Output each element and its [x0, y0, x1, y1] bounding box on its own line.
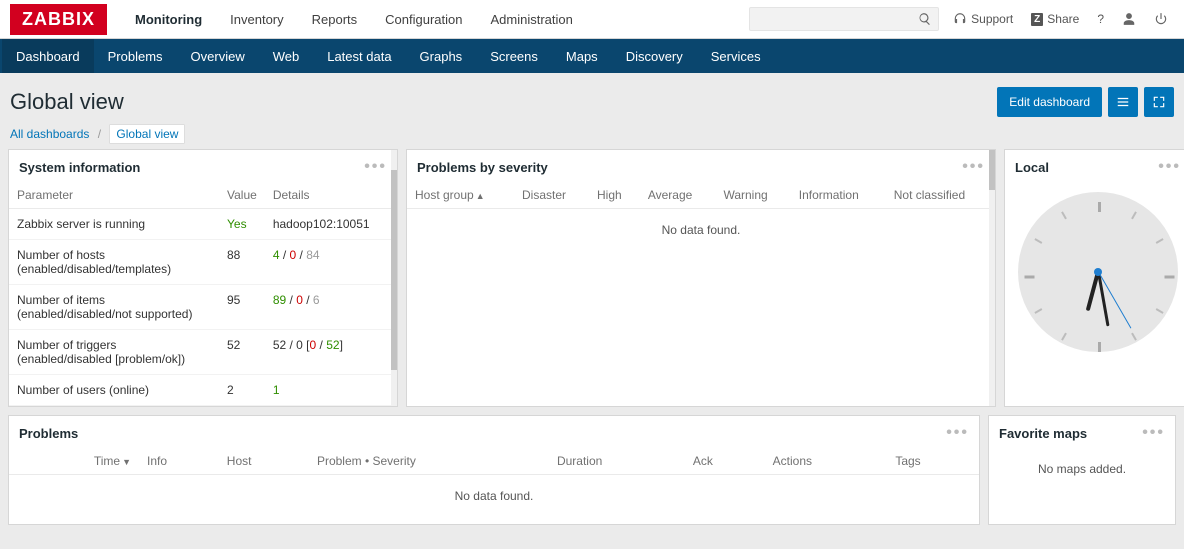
col-value: Value — [219, 182, 265, 209]
z-badge-icon: Z — [1031, 13, 1043, 26]
widget-title: Favorite maps — [999, 426, 1087, 441]
col-tags[interactable]: Tags — [887, 448, 979, 475]
edit-dashboard-button[interactable]: Edit dashboard — [997, 87, 1102, 117]
list-icon — [1116, 95, 1130, 109]
logout-link[interactable] — [1148, 8, 1174, 30]
breadcrumb-current[interactable]: Global view — [109, 124, 185, 144]
top-bar: ZABBIX MonitoringInventoryReportsConfigu… — [0, 0, 1184, 39]
col-not-classified[interactable]: Not classified — [886, 182, 995, 209]
subnav-maps[interactable]: Maps — [552, 39, 612, 73]
breadcrumb-root[interactable]: All dashboards — [10, 127, 89, 141]
help-link[interactable]: ? — [1091, 8, 1110, 30]
col-ack[interactable]: Ack — [685, 448, 765, 475]
col-high[interactable]: High — [589, 182, 640, 209]
scrollbar[interactable] — [989, 150, 995, 406]
scrollbar[interactable] — [391, 150, 397, 406]
power-icon — [1154, 12, 1168, 26]
widget-title: Problems by severity — [417, 160, 548, 175]
top-icons: Support Z Share ? — [947, 8, 1174, 30]
breadcrumb: All dashboards / Global view — [0, 127, 1184, 149]
col-host-group[interactable]: Host group▲ — [407, 182, 514, 209]
logo[interactable]: ZABBIX — [10, 4, 107, 35]
topnav-configuration[interactable]: Configuration — [371, 0, 476, 39]
table-row: Number of hosts (enabled/disabled/templa… — [9, 240, 397, 285]
topnav-reports[interactable]: Reports — [298, 0, 372, 39]
widget-problems: Problems ••• Time▼InfoHostProblem • Seve… — [8, 415, 980, 525]
widget-menu-icon[interactable]: ••• — [946, 424, 969, 442]
table-row: Zabbix server is runningYeshadoop102:100… — [9, 209, 397, 240]
no-data-text: No maps added. — [989, 448, 1175, 490]
subnav-graphs[interactable]: Graphs — [406, 39, 477, 73]
col-info[interactable]: Info — [139, 448, 219, 475]
search-icon — [918, 12, 932, 26]
user-menu[interactable] — [1116, 8, 1142, 30]
widget-problems-severity: Problems by severity ••• Host group▲Disa… — [406, 149, 996, 407]
fullscreen-icon — [1152, 95, 1166, 109]
widget-clock: Local ••• — [1004, 149, 1184, 407]
col-parameter: Parameter — [9, 182, 219, 209]
sub-nav: DashboardProblemsOverviewWebLatest dataG… — [0, 39, 1184, 73]
support-link[interactable]: Support — [947, 8, 1019, 30]
no-data-text: No data found. — [9, 475, 979, 517]
widget-title: Local — [1015, 160, 1049, 175]
widget-system-information: System information ••• ParameterValueDet… — [8, 149, 398, 407]
widget-title: System information — [19, 160, 140, 175]
top-nav: MonitoringInventoryReportsConfigurationA… — [121, 0, 587, 39]
no-data-text: No data found. — [407, 209, 995, 251]
topnav-monitoring[interactable]: Monitoring — [121, 0, 216, 39]
col-problem---severity[interactable]: Problem • Severity — [309, 448, 549, 475]
search-input[interactable] — [749, 7, 939, 31]
col-disaster[interactable]: Disaster — [514, 182, 589, 209]
subnav-latest-data[interactable]: Latest data — [313, 39, 405, 73]
col-details: Details — [265, 182, 397, 209]
widget-title: Problems — [19, 426, 78, 441]
page-header: Global view Edit dashboard — [0, 73, 1184, 127]
widget-menu-icon[interactable]: ••• — [1158, 158, 1181, 176]
clock-pin — [1094, 268, 1102, 276]
col-host[interactable]: Host — [219, 448, 309, 475]
topnav-administration[interactable]: Administration — [477, 0, 587, 39]
col-information[interactable]: Information — [791, 182, 886, 209]
table-row: Number of items (enabled/disabled/not su… — [9, 285, 397, 330]
widget-menu-icon[interactable]: ••• — [1142, 424, 1165, 442]
table-row: Number of triggers (enabled/disabled [pr… — [9, 330, 397, 375]
widget-favorite-maps: Favorite maps ••• No maps added. — [988, 415, 1176, 525]
col-time[interactable]: Time▼ — [9, 448, 139, 475]
subnav-dashboard[interactable]: Dashboard — [2, 39, 94, 73]
page-title: Global view — [10, 89, 124, 115]
widget-menu-icon[interactable]: ••• — [962, 158, 985, 176]
subnav-screens[interactable]: Screens — [476, 39, 552, 73]
fullscreen-button[interactable] — [1144, 87, 1174, 117]
headset-icon — [953, 12, 967, 26]
subnav-overview[interactable]: Overview — [177, 39, 259, 73]
col-actions[interactable]: Actions — [765, 448, 888, 475]
system-info-table: ParameterValueDetails Zabbix server is r… — [9, 182, 397, 406]
share-link[interactable]: Z Share — [1025, 8, 1085, 30]
table-row: Number of users (online)21 — [9, 375, 397, 406]
col-average[interactable]: Average — [640, 182, 716, 209]
col-warning[interactable]: Warning — [715, 182, 790, 209]
subnav-services[interactable]: Services — [697, 39, 775, 73]
topnav-inventory[interactable]: Inventory — [216, 0, 297, 39]
subnav-web[interactable]: Web — [259, 39, 314, 73]
user-icon — [1122, 12, 1136, 26]
subnav-discovery[interactable]: Discovery — [612, 39, 697, 73]
widget-menu-icon[interactable]: ••• — [364, 158, 387, 176]
clock-face — [1018, 192, 1178, 352]
col-duration[interactable]: Duration — [549, 448, 685, 475]
list-view-button[interactable] — [1108, 87, 1138, 117]
